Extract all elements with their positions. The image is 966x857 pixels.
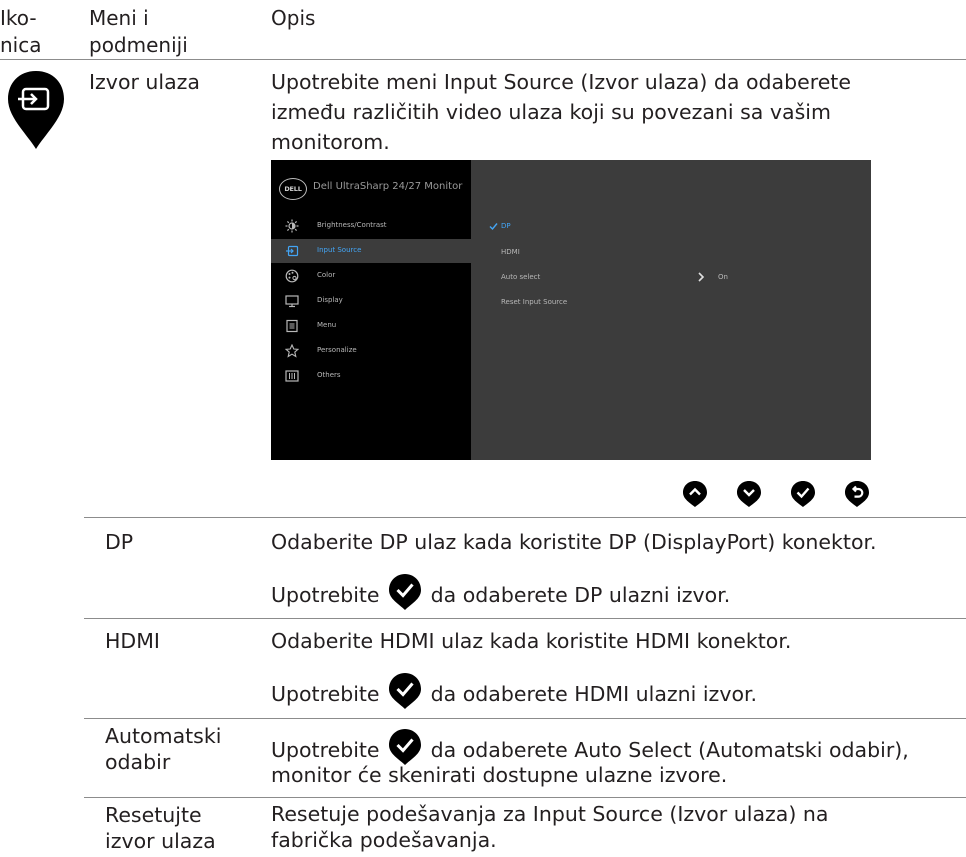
dell-logo: DELL [279,178,307,200]
menu-name-input-source: Izvor ulaza [89,70,200,94]
hdmi-instruction-before: Upotrebite [271,682,380,706]
osd-title: Dell UltraSharp 24/27 Monitor [313,181,463,192]
divider [84,517,966,518]
up-icon [683,481,707,507]
header-description-column: Opis [271,6,316,30]
osd-item-personalize[interactable]: Personalize [271,339,471,363]
osd-main-menu: DELL Dell UltraSharp 24/27 Monitor Brigh… [271,160,471,460]
auto-select-instruction-after: da odaberete Auto Select (Automatski oda… [430,738,909,762]
palette-icon [285,269,299,283]
header-icon-column: Iko- nica [0,6,42,57]
osd-option-hdmi[interactable]: HDMI [501,248,520,256]
dp-description: Odaberite DP ulaz kada koristite DP (Dis… [271,530,877,554]
divider [84,797,966,798]
osd-screenshot: DELL Dell UltraSharp 24/27 Monitor Brigh… [271,160,871,460]
osd-item-brightness-contrast[interactable]: Brightness/Contrast [271,214,471,238]
osd-item-label: Others [317,371,341,379]
check-icon [389,574,422,610]
osd-item-label: Display [317,296,343,304]
osd-item-label: Input Source [317,246,362,254]
header-divider [0,59,966,60]
back-icon [845,481,869,507]
input-icon [286,245,299,257]
osd-item-menu[interactable]: Menu [271,314,471,338]
auto-select-description: monitor će skenirati dostupne ulazne izv… [271,763,728,787]
dp-instruction: Upotrebite da odaberete DP ulazni izvor. [271,574,731,615]
brightness-icon [285,219,299,233]
divider [84,618,966,619]
divider [84,718,966,719]
input-source-icon [6,69,66,151]
hdmi-instruction: Upotrebite da odaberete HDMI ulazni izvo… [271,673,758,714]
menu-name-dp: DP [105,530,134,554]
menu-name-reset-input-source: Resetujte izvor ulaza [105,803,216,853]
dp-instruction-before: Upotrebite [271,583,380,607]
osd-item-label: Personalize [317,346,357,354]
check-icon [791,481,815,507]
osd-option-dp[interactable]: DP [501,222,511,230]
chevron-right-icon [698,272,705,282]
osd-item-others[interactable]: Others [271,364,471,388]
osd-item-label: Color [317,271,336,279]
menu-name-hdmi: HDMI [105,629,160,653]
header-menu-column: Meni i podmeniji [89,6,188,57]
input-source-description: Upotrebite meni Input Source (Izvor ulaz… [271,70,851,154]
dp-instruction-after: da odaberete DP ulazni izvor. [430,583,731,607]
reset-input-source-description: Resetuje podešavanja za Input Source (Iz… [271,802,829,852]
osd-item-display[interactable]: Display [271,289,471,313]
auto-select-instruction-before: Upotrebite [271,738,380,762]
hdmi-instruction-after: da odaberete HDMI ulazni izvor. [430,682,758,706]
down-icon [737,481,761,507]
star-icon [285,344,299,358]
osd-item-label: Brightness/Contrast [317,221,387,229]
others-icon [285,370,299,382]
osd-item-label: Menu [317,321,337,329]
hdmi-description: Odaberite HDMI ulaz kada koristite HDMI … [271,629,792,653]
checkmark-icon [489,223,498,231]
osd-option-auto-select[interactable]: Auto select [501,273,540,281]
display-icon [285,295,299,308]
osd-item-input-source[interactable]: Input Source [271,239,471,263]
osd-submenu: DP HDMI Auto select On Reset Input Sourc… [471,160,871,460]
osd-auto-select-value: On [718,273,728,281]
menu-name-auto-select: Automatski odabir [105,724,222,774]
check-icon [389,673,422,709]
osd-item-color[interactable]: Color [271,264,471,288]
menu-icon [286,319,298,333]
osd-option-reset-input-source[interactable]: Reset Input Source [501,298,567,306]
